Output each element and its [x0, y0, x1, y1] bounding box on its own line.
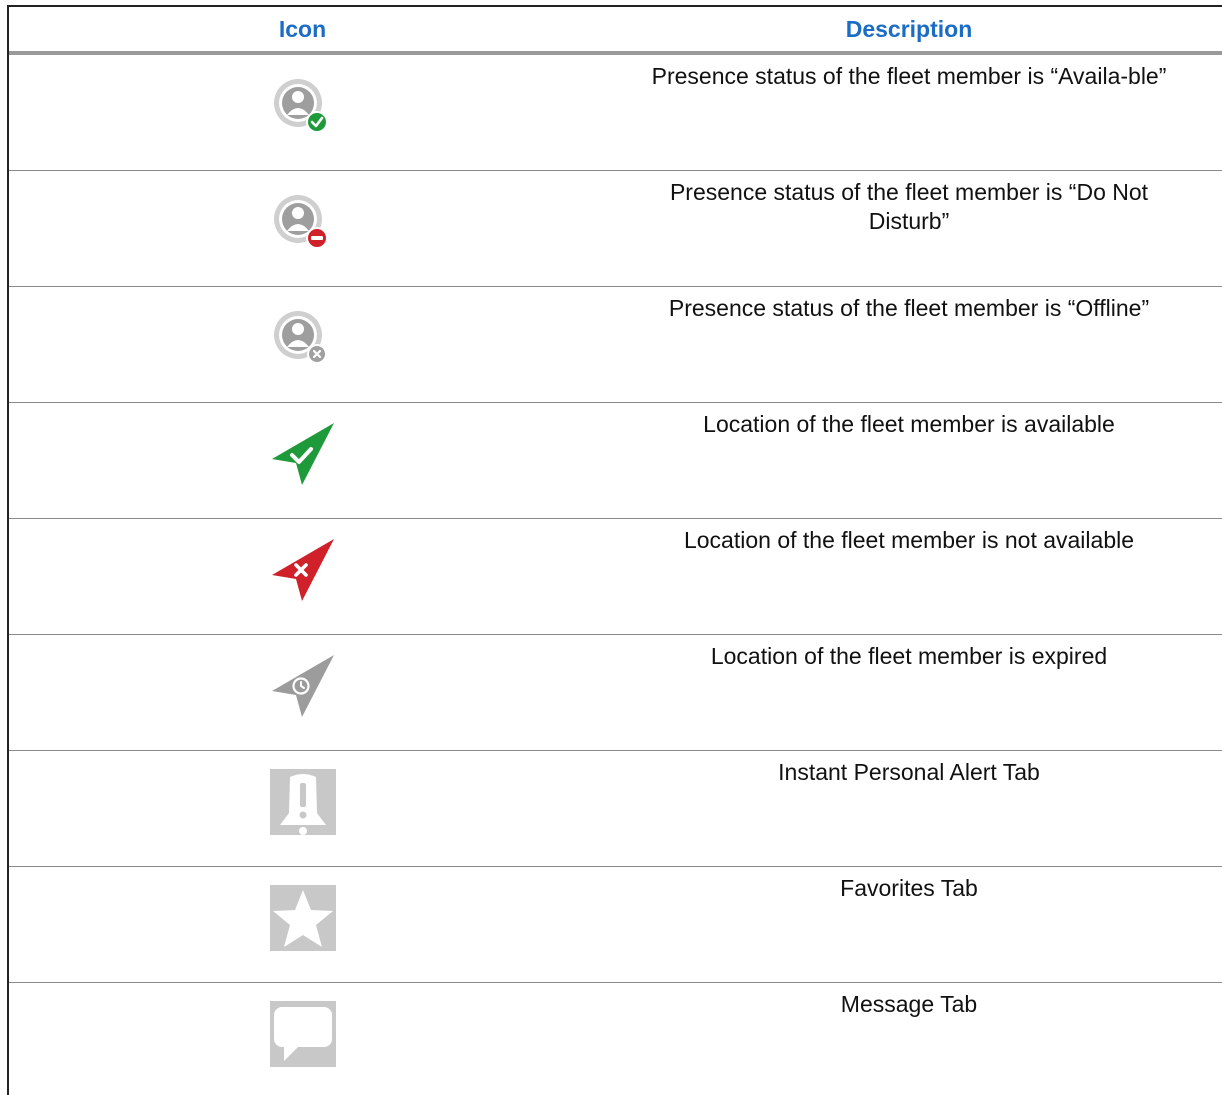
- icon-cell: [9, 751, 596, 866]
- table-row: Instant Personal Alert Tab: [9, 751, 1222, 867]
- description-column-header: Description: [845, 16, 973, 42]
- table-row: Location of the fleet member is expired: [9, 635, 1222, 751]
- description-cell: Instant Personal Alert Tab: [778, 759, 1040, 785]
- description-cell: Location of the fleet member is expired: [710, 643, 1108, 669]
- description-cell: Location of the fleet member is not avai…: [683, 527, 1135, 553]
- description-cell: Location of the fleet member is availabl…: [703, 411, 1115, 437]
- icon-description-table: Icon Description Presence status of the …: [7, 5, 1222, 1095]
- description-cell: Presence status of the fleet member is “…: [669, 179, 1149, 234]
- description-cell: Message Tab: [840, 991, 978, 1017]
- icon-cell: [9, 635, 596, 750]
- table-row: Presence status of the fleet member is “…: [9, 287, 1222, 403]
- icon-cell: [9, 171, 596, 286]
- icon-column-header: Icon: [278, 16, 327, 42]
- presence-do-not-disturb-icon: [270, 189, 336, 255]
- favorites-tab-icon: [269, 885, 336, 951]
- table-row: Presence status of the fleet member is “…: [9, 55, 1222, 171]
- presence-offline-icon: [270, 305, 336, 371]
- description-cell: Presence status of the fleet member is “…: [668, 295, 1150, 321]
- table-row: Location of the fleet member is availabl…: [9, 403, 1222, 519]
- description-cell: Favorites Tab: [840, 875, 978, 901]
- table-row: Favorites Tab: [9, 867, 1222, 983]
- instant-personal-alert-tab-icon: [269, 769, 336, 835]
- icon-cell: [9, 519, 596, 634]
- message-tab-icon: [269, 1001, 336, 1067]
- table-row: Message Tab: [9, 983, 1222, 1095]
- icon-cell: [9, 867, 596, 982]
- icon-cell: [9, 403, 596, 518]
- location-available-icon: [270, 421, 336, 487]
- table-row: Presence status of the fleet member is “…: [9, 171, 1222, 287]
- table-header-row: Icon Description: [9, 7, 1222, 55]
- icon-cell: [9, 287, 596, 402]
- table-row: Location of the fleet member is not avai…: [9, 519, 1222, 635]
- presence-available-icon: [270, 73, 336, 139]
- location-expired-icon: [270, 653, 336, 719]
- icon-cell: [9, 983, 596, 1095]
- description-cell: Presence status of the fleet member is “…: [651, 63, 1167, 89]
- location-not-available-icon: [270, 537, 336, 603]
- icon-cell: [9, 55, 596, 170]
